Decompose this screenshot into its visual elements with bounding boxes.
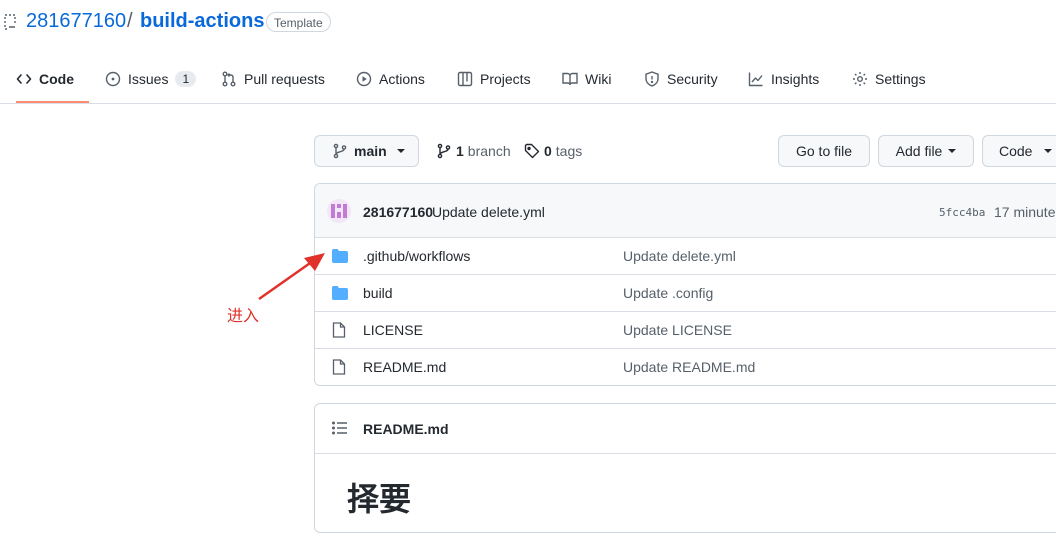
annotation-arrow xyxy=(258,253,325,301)
tab-issues[interactable]: Issues 1 xyxy=(105,56,197,102)
tags-count: 0 xyxy=(544,143,552,159)
file-row[interactable]: README.md Update README.md xyxy=(315,349,1056,385)
commit-sha-link[interactable]: 5fcc4ba xyxy=(939,206,985,219)
file-name-link[interactable]: LICENSE xyxy=(363,322,423,338)
file-name-link[interactable]: build xyxy=(363,285,393,301)
branches-count: 1 xyxy=(456,143,464,159)
graph-icon xyxy=(748,71,764,87)
tab-actions[interactable]: Actions xyxy=(356,56,425,102)
tab-projects[interactable]: Projects xyxy=(457,56,531,102)
list-unordered-icon[interactable] xyxy=(332,421,348,435)
repo-nav: Code Issues 1 Pull requests Actions Proj… xyxy=(0,56,1056,104)
file-row[interactable]: build Update .config xyxy=(315,275,1056,312)
branch-select-button[interactable]: main xyxy=(314,135,419,167)
tab-projects-label: Projects xyxy=(480,71,531,87)
file-row[interactable]: .github/workflows Update delete.yml xyxy=(315,238,1056,275)
folder-icon xyxy=(332,249,348,263)
tab-code[interactable]: Code xyxy=(16,56,89,103)
tags-link[interactable]: 0 tags xyxy=(524,143,582,159)
branches-label: branch xyxy=(467,143,511,159)
go-to-file-label: Go to file xyxy=(795,143,853,159)
repo-owner-link[interactable]: 281677160 xyxy=(26,10,126,33)
annotation-label: 进入 xyxy=(227,308,260,325)
file-name-link[interactable]: README.md xyxy=(363,359,446,375)
file-commit-message[interactable]: Update README.md xyxy=(623,359,755,375)
file-icon xyxy=(332,322,346,338)
tab-settings[interactable]: Settings xyxy=(852,56,926,102)
avatar[interactable] xyxy=(327,199,351,223)
go-to-file-button[interactable]: Go to file xyxy=(778,135,870,167)
repo-path-separator: / xyxy=(127,10,133,32)
play-icon xyxy=(356,71,372,87)
tab-wiki-label: Wiki xyxy=(585,71,612,87)
commit-message-link[interactable]: Update delete.yml xyxy=(432,204,545,220)
code-dropdown-button[interactable]: Code xyxy=(982,135,1056,167)
tab-wiki[interactable]: Wiki xyxy=(562,56,611,102)
git-branch-icon xyxy=(436,143,452,159)
repo-template-icon xyxy=(4,14,16,30)
tags-label: tags xyxy=(555,143,583,159)
folder-icon xyxy=(332,286,348,300)
git-branch-icon xyxy=(332,143,348,159)
file-row[interactable]: LICENSE Update LICENSE xyxy=(315,312,1056,349)
tab-security[interactable]: Security xyxy=(644,56,718,102)
code-icon xyxy=(16,71,32,87)
add-file-button[interactable]: Add file xyxy=(878,135,974,167)
tag-icon xyxy=(524,143,540,159)
commit-author-link[interactable]: 281677160 xyxy=(363,204,433,220)
issues-count-badge: 1 xyxy=(175,71,197,87)
gear-icon xyxy=(852,71,868,87)
code-button-label: Code xyxy=(999,143,1033,159)
readme-filename[interactable]: README.md xyxy=(363,421,449,437)
file-commit-message[interactable]: Update LICENSE xyxy=(623,322,732,338)
pull-request-icon xyxy=(221,71,237,87)
tab-security-label: Security xyxy=(667,71,718,87)
tab-pull-requests-label: Pull requests xyxy=(244,71,325,87)
chevron-down-icon xyxy=(1044,149,1053,153)
readme-heading: 择要 xyxy=(347,481,412,517)
tab-code-label: Code xyxy=(39,71,74,87)
template-badge: Template xyxy=(266,12,331,32)
add-file-label: Add file xyxy=(895,143,943,159)
tab-actions-label: Actions xyxy=(379,71,425,87)
tab-insights[interactable]: Insights xyxy=(748,56,819,102)
tab-issues-label: Issues xyxy=(128,71,169,87)
file-commit-message[interactable]: Update .config xyxy=(623,285,713,301)
file-commit-message[interactable]: Update delete.yml xyxy=(623,248,736,264)
chevron-down-icon xyxy=(396,149,405,153)
book-icon xyxy=(562,71,578,87)
file-name-link[interactable]: .github/workflows xyxy=(363,248,470,264)
file-icon xyxy=(332,359,346,375)
current-branch-label: main xyxy=(354,143,387,159)
issue-icon xyxy=(105,71,121,87)
tab-insights-label: Insights xyxy=(771,71,820,87)
file-browser: 281677160 Update delete.yml 5fcc4ba 17 m… xyxy=(314,183,1056,386)
tab-pull-requests[interactable]: Pull requests xyxy=(221,56,325,102)
readme-header: README.md xyxy=(315,404,1056,454)
readme-panel: README.md 择要 xyxy=(314,403,1056,533)
repo-name-link[interactable]: build-actions xyxy=(140,10,264,33)
branches-link[interactable]: 1 branch xyxy=(436,143,511,159)
tab-settings-label: Settings xyxy=(875,71,926,87)
table-icon xyxy=(457,71,473,87)
commit-time: 17 minute xyxy=(994,204,1056,220)
latest-commit-bar: 281677160 Update delete.yml 5fcc4ba 17 m… xyxy=(315,184,1056,238)
chevron-down-icon xyxy=(948,149,957,153)
shield-icon xyxy=(644,71,660,87)
